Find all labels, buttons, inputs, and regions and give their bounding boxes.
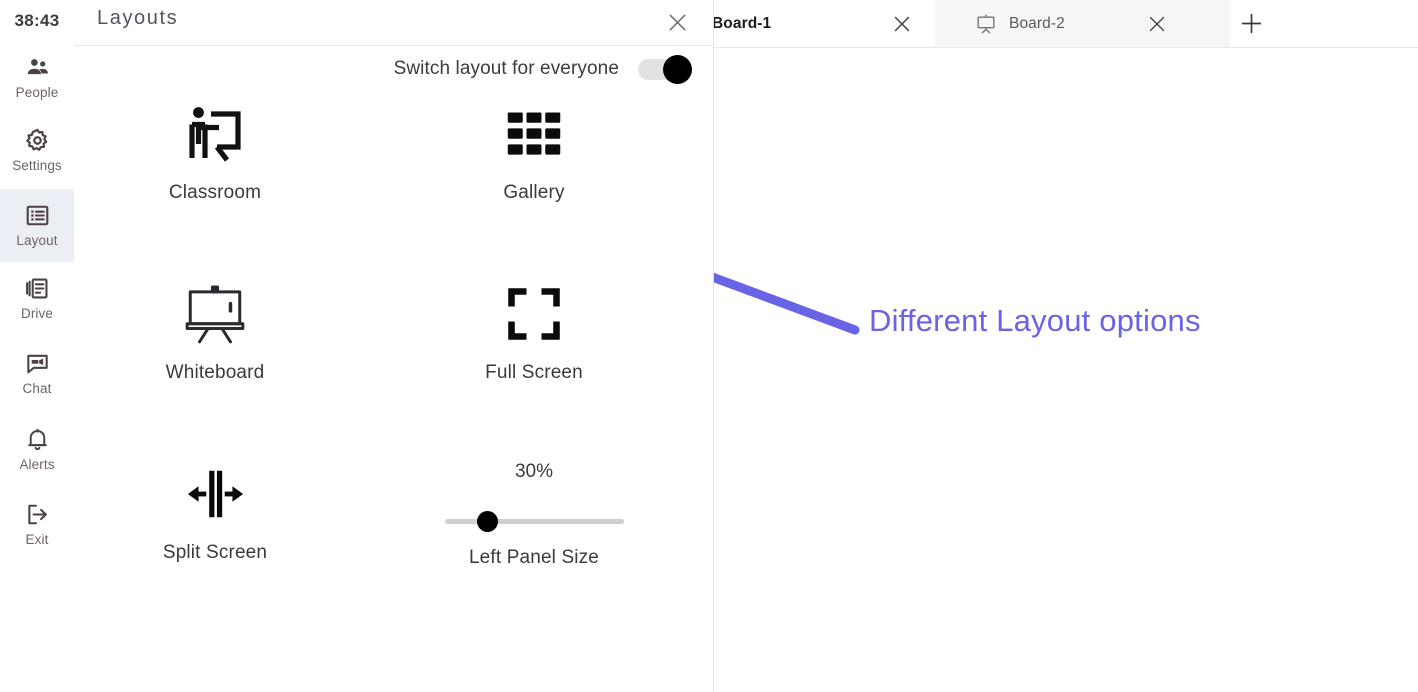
layout-option-classroom[interactable]: Classroom — [125, 98, 305, 204]
tab-board-1[interactable]: Board-1 — [700, 0, 935, 47]
layouts-panel: Layouts Switch layout for everyone Class… — [74, 0, 714, 692]
slider-knob[interactable] — [476, 511, 498, 532]
layout-option-split-screen-label: Split Screen — [162, 542, 268, 563]
fullscreen-icon — [498, 278, 570, 350]
layout-option-gallery-label: Gallery — [503, 182, 565, 203]
classroom-icon — [179, 98, 251, 170]
left-panel-size-control: 30% Left Panel Size — [444, 458, 624, 569]
tab-board-1-label: Board-1 — [712, 14, 772, 32]
rail-item-settings-label: Settings — [12, 158, 62, 173]
rail-item-exit-label: Exit — [25, 532, 49, 547]
switch-layout-for-everyone-label: Switch layout for everyone — [393, 58, 619, 79]
switch-layout-for-everyone-row: Switch layout for everyone — [74, 46, 714, 92]
easel-icon — [179, 278, 251, 350]
layout-option-whiteboard-label: Whiteboard — [165, 362, 265, 383]
drive-icon — [25, 276, 50, 301]
rail-item-people[interactable]: People — [0, 41, 74, 114]
left-icon-rail: 38:43 People Settings Layout Drive Chat … — [0, 0, 75, 692]
whiteboard-icon — [975, 13, 997, 35]
page-title: Layouts — [97, 7, 179, 29]
layout-option-classroom-label: Classroom — [168, 182, 262, 203]
layouts-panel-header: Layouts — [74, 0, 713, 46]
annotation-label: Different Layout options — [869, 303, 1201, 338]
layout-option-gallery[interactable]: Gallery — [444, 98, 624, 204]
switch-layout-for-everyone-toggle[interactable] — [638, 54, 692, 84]
grid-icon — [498, 98, 570, 170]
tab-board-1-close-icon[interactable] — [891, 13, 913, 35]
chat-icon — [25, 351, 50, 376]
slider-track[interactable] — [444, 519, 624, 524]
rail-item-alerts-label: Alerts — [19, 457, 55, 472]
rail-item-chat[interactable]: Chat — [0, 337, 74, 410]
layout-option-split-screen[interactable]: Split Screen — [125, 458, 305, 564]
left-panel-size-label: Left Panel Size — [468, 547, 600, 568]
layout-option-full-screen-label: Full Screen — [485, 362, 583, 383]
rail-item-alerts[interactable]: Alerts — [0, 413, 74, 486]
layout-icon — [25, 203, 50, 228]
rail-item-exit[interactable]: Exit — [0, 488, 74, 561]
layout-option-full-screen[interactable]: Full Screen — [444, 278, 624, 384]
left-panel-size-slider[interactable] — [444, 500, 624, 544]
close-icon[interactable] — [666, 11, 689, 34]
session-timer: 38:43 — [14, 11, 60, 30]
split-screen-icon — [179, 458, 251, 530]
left-panel-size-value: 30% — [514, 461, 554, 482]
tab-board-2-close-icon[interactable] — [1146, 13, 1168, 35]
people-icon — [25, 55, 50, 80]
rail-item-layout[interactable]: Layout — [0, 189, 74, 262]
rail-item-people-label: People — [15, 85, 59, 100]
rail-item-layout-label: Layout — [16, 233, 58, 248]
bell-icon — [25, 427, 50, 452]
rail-item-settings[interactable]: Settings — [0, 114, 74, 187]
toggle-knob — [663, 54, 692, 84]
rail-item-chat-label: Chat — [22, 381, 52, 396]
add-tab-button[interactable] — [1239, 11, 1264, 36]
rail-item-drive-label: Drive — [20, 306, 53, 321]
gear-icon — [25, 128, 50, 153]
rail-item-drive[interactable]: Drive — [0, 262, 74, 335]
layout-option-whiteboard[interactable]: Whiteboard — [125, 278, 305, 384]
exit-icon — [25, 502, 50, 527]
tab-board-2-label: Board-2 — [1009, 14, 1065, 32]
tab-board-2[interactable]: Board-2 — [935, 0, 1230, 47]
